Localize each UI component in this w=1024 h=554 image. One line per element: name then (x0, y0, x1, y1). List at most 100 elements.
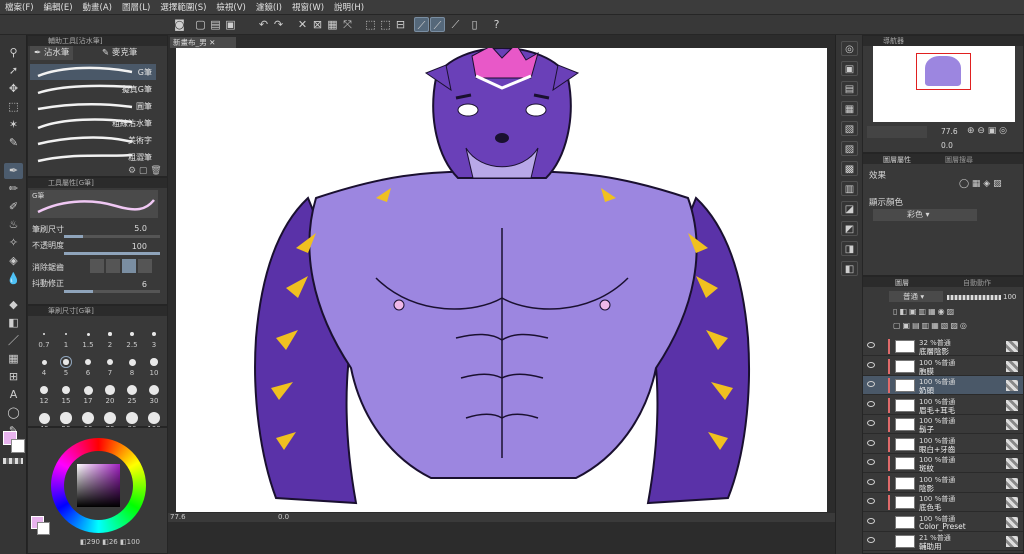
menu-item-7[interactable]: 視窗(W) (287, 1, 329, 13)
eye-icon[interactable] (867, 361, 875, 368)
menu-item-4[interactable]: 選擇範圍(S) (155, 1, 211, 13)
eye-icon[interactable] (867, 439, 875, 446)
menu-item-8[interactable]: 說明(H) (329, 1, 369, 13)
color-wheel[interactable] (51, 438, 146, 533)
navigator-angle[interactable]: 0.0 (941, 141, 953, 150)
eye-icon[interactable] (867, 498, 875, 504)
eye-icon[interactable] (867, 537, 875, 543)
operation-icon[interactable]: ➚ (4, 63, 23, 79)
layer-row[interactable]: 100 %普通 陰影 (863, 474, 1023, 493)
menu-item-5[interactable]: 檢視(V) (211, 1, 250, 13)
menu-item-0[interactable]: 檔案(F) (0, 1, 39, 13)
brush-size-dot-1[interactable] (64, 332, 68, 336)
layer-row[interactable]: 21 %普通 輔助用 (863, 532, 1023, 551)
eye-icon[interactable] (867, 420, 875, 426)
brush-item-1[interactable]: 擬真G筆 (30, 81, 156, 97)
eraser-icon[interactable]: ◈ (4, 253, 23, 269)
layer-opacity-slider[interactable] (947, 295, 1001, 300)
figure-icon[interactable]: ／ (4, 333, 23, 349)
navigator-zoom[interactable]: 77.6 (941, 127, 958, 136)
palette-icon[interactable]: ◪ (841, 201, 858, 216)
document-tab[interactable]: 新畫布_男 ✕ (170, 37, 236, 48)
snap-grid-icon[interactable]: ⟋ (448, 17, 463, 32)
eye-icon[interactable] (867, 478, 875, 485)
layer-action-buttons[interactable]: ▢▣▤▥▦▧▨◎ (893, 321, 1019, 331)
menu-item-3[interactable]: 圖層(L) (117, 1, 155, 13)
balloon-icon[interactable]: ◯ (4, 405, 23, 421)
eye-icon[interactable] (867, 459, 875, 465)
effect-buttons[interactable]: ◯ ▦ ◈ ▨ (959, 179, 1019, 191)
saturation-value-square[interactable] (77, 464, 120, 507)
selection-icon[interactable]: ⬚ (4, 99, 23, 115)
brush-size-dot-11[interactable] (150, 358, 158, 366)
open-file-icon[interactable]: ▤ (208, 17, 223, 32)
layer-row[interactable]: 100 %普通 眼白+牙齒 (863, 435, 1023, 454)
layer-row[interactable]: 32 %普通 底層陰影 (863, 337, 1023, 356)
invert-selection-icon[interactable]: ⬚ (378, 17, 393, 32)
save-icon[interactable]: ▣ (223, 17, 238, 32)
layer-row[interactable]: 100 %普通 眉毛+耳毛 (863, 396, 1023, 415)
transform-icon[interactable]: ⤧ (340, 17, 355, 32)
sub-view-icon[interactable]: ▤ (841, 81, 858, 96)
color-set-icon[interactable]: ▨ (841, 141, 858, 156)
blend-icon[interactable]: 💧 (4, 271, 23, 287)
brush-size-dot-17[interactable] (148, 384, 160, 396)
eye-icon[interactable] (867, 381, 875, 387)
menu-item-1[interactable]: 編輯(E) (39, 1, 78, 13)
ruler-icon[interactable]: ⊟ (393, 17, 408, 32)
brush-size-dot-9[interactable] (106, 358, 114, 366)
brush-item-4[interactable]: 美術字 (30, 132, 156, 148)
subtool-actions[interactable]: ⚙ ▢ 🗑 (128, 166, 162, 176)
brush-item-0[interactable]: G筆 (30, 64, 156, 80)
eye-icon[interactable] (867, 400, 875, 407)
tab-marker[interactable]: ✎ 麥克筆 (98, 46, 141, 60)
search-layer-icon[interactable]: ◧ (841, 261, 858, 276)
canvas[interactable] (176, 43, 827, 512)
quick-access-icon[interactable]: ◩ (841, 221, 858, 236)
tab-pen[interactable]: ✒ 沾水筆 (30, 46, 74, 60)
layer-row[interactable]: 100 %普通 奶頭 (863, 376, 1023, 395)
brush-size-dot-20[interactable] (82, 412, 94, 424)
brush-size-dot-19[interactable] (60, 412, 72, 424)
animation-icon[interactable]: ▥ (841, 181, 858, 196)
zoom-buttons[interactable]: ⊕ ⊖ ▣ ◎ (967, 126, 1007, 136)
redo-icon[interactable]: ↷ (271, 17, 286, 32)
brush-size-slider[interactable] (64, 235, 160, 238)
snap-special-ruler-icon[interactable]: ⟋ (430, 17, 445, 32)
airbrush-icon[interactable]: ♨ (4, 217, 23, 233)
layer-row[interactable]: 100 %普通 底色毛 (863, 493, 1023, 512)
canvas-angle[interactable]: 0.0 (278, 513, 289, 522)
ruler-tool-icon[interactable]: ⊞ (4, 369, 23, 385)
snap-ruler-icon[interactable]: ⟋ (414, 17, 429, 32)
timeline-icon[interactable]: ▩ (841, 161, 858, 176)
navigator-icon[interactable]: ▣ (841, 61, 858, 76)
expression-color-select[interactable]: 彩色 ▾ (873, 209, 977, 221)
info-icon[interactable]: ▦ (841, 101, 858, 116)
saturation-value[interactable]: 26 (109, 538, 118, 546)
layer-row[interactable]: 100 %普通 斑紋 (863, 454, 1023, 473)
stabilization-value[interactable]: 6 (142, 280, 147, 289)
brush-size-dot-6[interactable] (41, 359, 47, 365)
brush-size-dot-23[interactable] (148, 412, 160, 424)
brush-size-value[interactable]: 5.0 (134, 224, 147, 233)
menu-item-6[interactable]: 濾鏡(I) (251, 1, 287, 13)
tablet-icon[interactable]: ▯ (467, 17, 482, 32)
eyedropper-icon[interactable]: ✎ (4, 135, 23, 151)
brush-size-dot-22[interactable] (126, 412, 138, 424)
brush-size-dot-3[interactable] (108, 332, 112, 336)
eye-icon[interactable] (867, 342, 875, 348)
auto-action-tab[interactable]: 自動動作 (963, 278, 991, 288)
material-icon[interactable]: ◎ (841, 41, 858, 56)
app-icon[interactable]: ◙ (172, 17, 187, 32)
opacity-slider[interactable] (64, 252, 160, 255)
brush-size-dot-7[interactable] (60, 356, 72, 368)
brush-size-dot-5[interactable] (151, 331, 157, 337)
brush-item-3[interactable]: 粗線沾水筆 (30, 115, 156, 131)
deselect-icon[interactable]: ⬚ (363, 17, 378, 32)
color-sub-indicator[interactable] (37, 522, 50, 535)
menu-item-2[interactable]: 動畫(A) (78, 1, 117, 13)
antialias-options[interactable] (90, 259, 152, 273)
layer-tool-buttons[interactable]: ▯◧▣▥▦◉▨ (893, 307, 1019, 317)
layerprops-tab[interactable]: 圖層屬性 (883, 155, 911, 165)
decoration-icon[interactable]: ✧ (4, 235, 23, 251)
